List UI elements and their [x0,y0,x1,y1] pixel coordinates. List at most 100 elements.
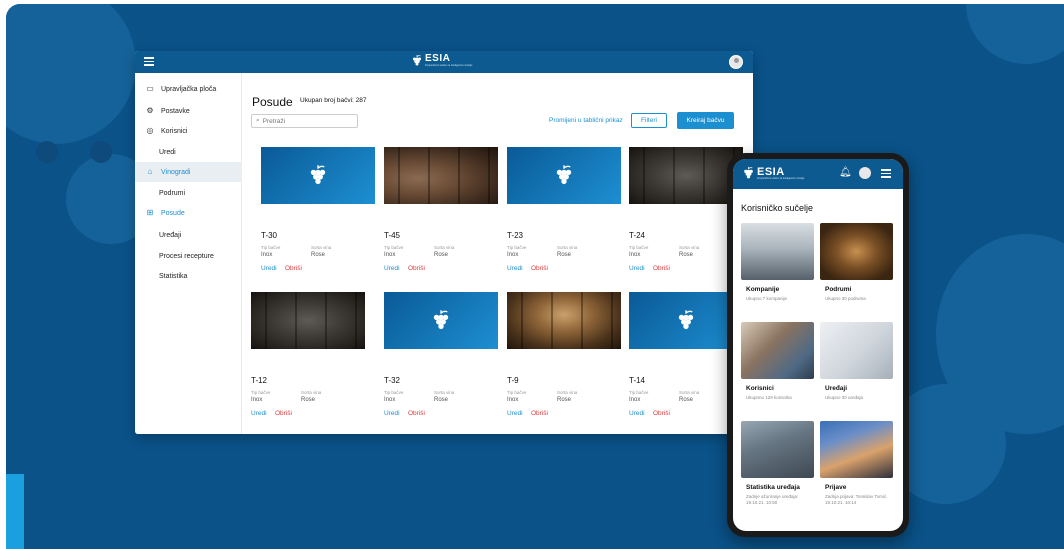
delete-link[interactable]: Obriši [408,410,425,417]
type-label: Tip bačve [629,245,649,250]
mobile-card[interactable]: Uređaji Ukupno 30 uređaja [820,322,893,427]
mobile-card[interactable]: Statistika uređaja Zadnje ažuriranje uređ… [741,421,814,526]
delete-link[interactable]: Obriši [285,265,302,272]
logo: ESIA Kooperativni sustav za inteligentnu… [412,54,472,68]
variety-value: Rose [311,252,326,258]
grape-icon [556,164,572,184]
sidebar-item-postavke[interactable]: ⚙ Postavke [135,101,242,121]
sidebar-item-uredaji[interactable]: Uređaji [135,225,242,245]
phone-logo: ESIA Kooperativni sustav za inteligentnu… [743,167,804,181]
table-view-link[interactable]: Promijeni u tablični prikaz [549,117,623,124]
mobile-card-image [820,322,893,379]
variety-value: Rose [301,397,316,403]
gear-icon: ⚙ [146,106,154,115]
sidebar-item-label: Korisnici [161,127,188,135]
mobile-card-subtitle: Ukupno 7 kompanije [746,296,788,301]
filter-button[interactable]: Filteri [631,113,667,128]
edit-link[interactable]: Uredi [261,265,277,272]
type-value: Inox [629,397,641,403]
barrel-name: T-24 [629,231,646,240]
type-label: Tip bačve [251,390,271,395]
search-input[interactable]: ⌕ Pretraži [251,114,358,128]
mobile-card-title: Uređaji [825,385,848,392]
vineyard-icon: ⌂ [147,167,153,176]
desktop-window: ESIA Kooperativni sustav za inteligentnu… [135,51,753,434]
barrel-image [629,292,743,349]
barrel-image [261,147,375,204]
sidebar-item-label: Posude [161,209,185,217]
grape-icon [678,309,694,329]
sidebar-item-procesi-recepture[interactable]: Procesi recepture [135,246,242,266]
edit-link[interactable]: Uredi [384,265,400,272]
sidebar-item-upravljacka-ploca[interactable]: ▭ Upravljačka ploča [135,79,242,99]
sidebar-item-uredi[interactable]: Uredi [135,142,242,162]
mobile-card[interactable]: Podrumi Ukupno 30 podruma [820,223,893,328]
mobile-card-title: Prijave [825,484,847,491]
mobile-card-title: Podrumi [825,286,852,293]
delete-link[interactable]: Obriši [653,410,670,417]
delete-link[interactable]: Obriši [408,265,425,272]
sidebar-item-podrumi[interactable]: Podrumi [135,183,242,203]
barrel-card: T-32 Tip bačve Sorta vina Inox Rose Uredi Obri… [384,292,498,432]
edit-link[interactable]: Uredi [629,410,645,417]
avatar[interactable] [859,167,871,179]
type-label: Tip bačve [507,245,527,250]
edit-link[interactable]: Uredi [507,410,523,417]
barrel-name: T-32 [384,376,401,385]
sidebar-item-korisnici[interactable]: ◎ Korisnici [135,121,242,141]
search-placeholder: Pretraži [262,117,286,125]
mobile-card[interactable]: Korisnici Ukupnno 129 korisnika [741,322,814,427]
bell-icon[interactable]: 🔔︎ [839,167,852,178]
brand-subtitle: Kooperativni sustav za inteligentnu vina… [425,64,473,67]
type-label: Tip bačve [507,390,527,395]
barrel-image [507,147,621,204]
variety-label: Sorta vina [301,390,322,395]
edit-link[interactable]: Uredi [251,410,267,417]
stage: ESIA Kooperativni sustav za inteligentnu… [0,0,1064,549]
barrel-image [629,147,743,204]
mobile-card-subtitle: Zadnje ažuriranje uređaja: 19.10.21. 10:… [746,494,799,505]
barrel-image [507,292,621,349]
menu-icon[interactable] [144,57,154,67]
phone-screen: ESIA Kooperativni sustav za inteligentnu… [733,159,903,531]
mobile-card-image [741,421,814,478]
monitor-icon: ▭ [146,84,154,93]
sidebar-item-posude[interactable]: ⊞ Posude [135,203,242,223]
mobile-title: Korisničko sučelje [741,203,814,213]
mobile-card[interactable]: Kompanije Ukupno 7 kompanije [741,223,814,328]
edit-link[interactable]: Uredi [507,265,523,272]
edit-link[interactable]: Uredi [384,410,400,417]
barrel-name: T-12 [251,376,268,385]
sidebar-item-label: Procesi recepture [159,252,214,260]
sidebar-item-vinogradi[interactable]: ⌂ Vinogradi [135,162,242,182]
delete-link[interactable]: Obriši [531,265,548,272]
mobile-card-subtitle: Ukupno 30 podruma [825,296,866,301]
grape-icon [433,309,449,329]
mobile-card-title: Statistika uređaja [746,484,800,491]
mobile-card[interactable]: Prijave Zadnja prijava: Tomislav Tomić, 1… [820,421,893,526]
delete-link[interactable]: Obriši [653,265,670,272]
edit-link[interactable]: Uredi [629,265,645,272]
sidebar-item-label: Upravljačka ploča [161,85,217,93]
delete-link[interactable]: Obriši [275,410,292,417]
create-barrel-button[interactable]: Kreiraj bačvu [677,112,734,129]
variety-value: Rose [679,252,694,258]
search-icon: ⌕ [256,117,260,124]
type-value: Inox [507,397,519,403]
variety-label: Sorta vina [434,390,455,395]
variety-label: Sorta vina [557,245,578,250]
phone-top-bar: ESIA Kooperativni sustav za inteligentnu… [733,159,903,189]
page-title: Posude [252,95,293,109]
delete-link[interactable]: Obriši [531,410,548,417]
grape-icon [310,164,326,184]
avatar[interactable] [729,55,743,69]
sidebar-item-statistika[interactable]: Statistika [135,266,242,286]
sidebar-item-label: Statistika [159,272,188,280]
barrel-card: T-30 Tip bačve Sorta vina Inox Rose Uredi Obri… [261,147,375,287]
barrel-name: T-9 [507,376,519,385]
variety-value: Rose [679,397,694,403]
mobile-card-image [820,421,893,478]
top-bar: ESIA Kooperativni sustav za inteligentnu… [135,51,753,73]
menu-icon[interactable] [881,169,891,180]
variety-label: Sorta vina [679,245,700,250]
